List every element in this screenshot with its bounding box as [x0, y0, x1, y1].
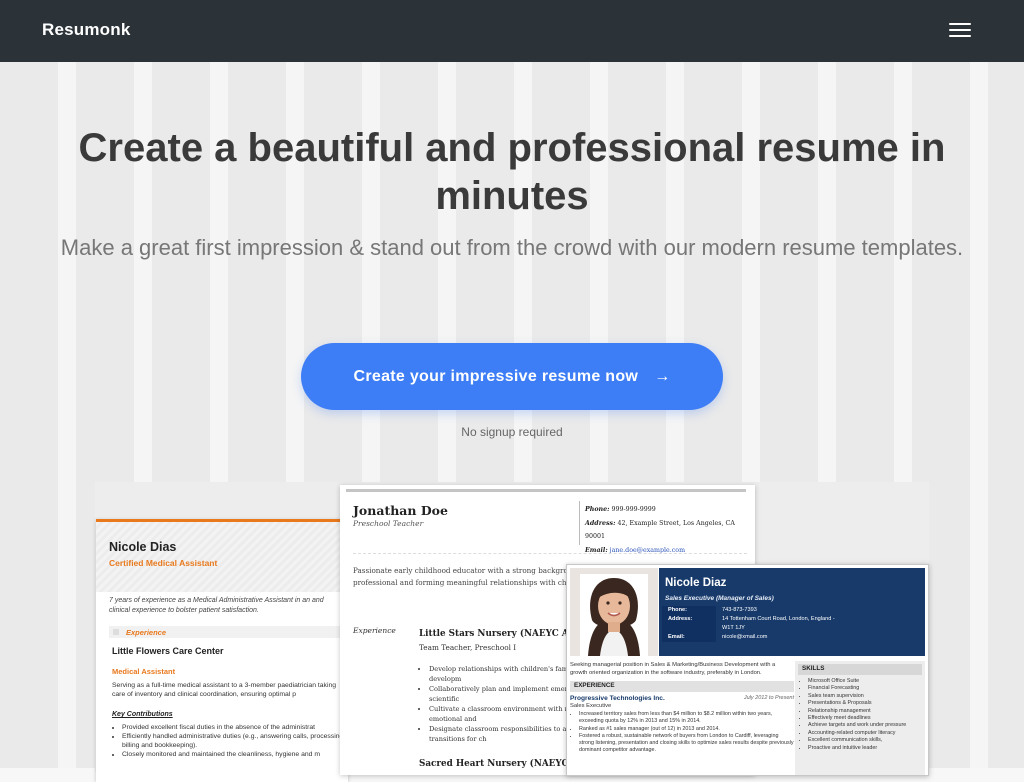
section-heading: Experience: [109, 626, 344, 638]
job-role: Medical Assistant: [112, 667, 176, 676]
resume-preview-orange: Nicole Dias Certified Medical Assistant …: [96, 519, 348, 782]
list-item: Provided excellent fiscal duties in the …: [122, 723, 348, 732]
resume-title: Sales Executive (Manager of Sales): [665, 595, 774, 602]
list-item: Excellent communication skills,: [808, 737, 925, 744]
resume-title: Preschool Teacher: [353, 519, 424, 528]
no-signup-note: No signup required: [461, 425, 563, 439]
list-item: Increased territory sales from less than…: [579, 711, 794, 726]
company-row: Progressive Technologies Inc. July 2012 …: [570, 695, 794, 702]
section-heading: Experience: [353, 626, 396, 635]
company-name: Progressive Technologies Inc.: [570, 695, 665, 702]
list-item: Ranked as #1 sales manager (out of 12) i…: [579, 726, 794, 733]
create-resume-button[interactable]: Create your impressive resume now →: [301, 343, 723, 410]
skills-list: Microsoft Office Suite Financial Forecas…: [795, 678, 925, 752]
profile-photo: [570, 568, 658, 656]
job-dates: July 2012 to Present: [743, 695, 794, 701]
section-heading: SKILLS: [798, 664, 922, 675]
resume-main-column: Seeking managerial position in Sales & M…: [570, 661, 794, 755]
divider: [353, 553, 747, 554]
company-name: Little Flowers Care Center: [112, 646, 224, 656]
list-item: Fostered a robust, sustainable network o…: [579, 733, 794, 755]
address-label: Address:: [585, 519, 616, 527]
job-description: Serving as a full-time medical assistant…: [112, 682, 337, 698]
resume-preview-navy: Nicole Diaz Sales Executive (Manager of …: [566, 564, 929, 776]
brand-logo[interactable]: Resumonk: [42, 20, 131, 40]
list-item: Effectively meet deadlines: [808, 715, 925, 722]
hamburger-icon[interactable]: [946, 20, 974, 42]
list-item: Proactive and intuitive leader: [808, 745, 925, 752]
contact-block: Phone: 999-999-9999 Address: 42, Example…: [585, 503, 755, 557]
resume-header: [96, 522, 348, 592]
top-navbar: Resumonk: [0, 0, 1024, 62]
list-item: Efficiently handled administrative dutie…: [122, 732, 348, 750]
email-label: Email:: [662, 633, 716, 642]
resume-title: Certified Medical Assistant: [109, 558, 218, 568]
list-item: Accounting-related computer literacy: [808, 730, 925, 737]
resume-name: Jonathan Doe: [353, 503, 448, 518]
cta-label: Create your impressive resume now: [353, 367, 639, 385]
briefcase-icon: [113, 629, 119, 635]
avatar-portrait: [570, 568, 658, 656]
resume-summary: 7 years of experience as a Medical Admin…: [109, 597, 324, 614]
resume-header: Nicole Diaz Sales Executive (Manager of …: [659, 568, 925, 656]
address-value: 14 Tottenham Court Road, London, England…: [722, 616, 835, 631]
hero-subtitle: Make a great first impression & stand ou…: [60, 235, 964, 260]
contribution-list: Provided excellent fiscal duties in the …: [112, 723, 348, 759]
section-heading: EXPERIENCE: [570, 681, 794, 692]
section-heading-label: Experience: [126, 628, 167, 637]
phone-value: 999-999-9999: [611, 506, 656, 513]
divider: [346, 489, 746, 492]
list-item: Relationship management: [808, 708, 925, 715]
arrow-right-icon: →: [654, 367, 671, 385]
list-item: Presentations & Proposals: [808, 700, 925, 707]
phone-label: Phone:: [585, 506, 610, 513]
job-role: Team Teacher, Preschool I: [419, 643, 517, 652]
hero-title: Create a beautiful and professional resu…: [78, 126, 946, 218]
company-name: Little Stars Nursery (NAEYC Acc: [419, 629, 580, 639]
achievement-list: Increased territory sales from less than…: [570, 711, 794, 755]
address-label: Address:: [662, 615, 716, 633]
list-item: Microsoft Office Suite: [808, 678, 925, 685]
list-item: Closely monitored and maintained the cle…: [122, 750, 348, 759]
resume-name: Nicole Dias: [109, 540, 177, 554]
email-value: nicole@xmail.com: [722, 634, 768, 640]
resume-side-column: SKILLS Microsoft Office Suite Financial …: [795, 661, 925, 775]
list-item: Sales team supervision: [808, 693, 925, 700]
contact-block: Phone: 743-873-7393 Address: 14 Tottenham …: [662, 606, 914, 642]
contributions-heading: Key Contributions: [112, 711, 173, 718]
phone-label: Phone:: [662, 606, 716, 615]
job-role: Sales Executive: [570, 703, 612, 709]
list-item: Financial Forecasting: [808, 685, 925, 692]
list-item: Achieve targets and work under pressure: [808, 722, 925, 729]
divider: [579, 501, 580, 545]
resume-summary: Seeking managerial position in Sales & M…: [570, 662, 776, 676]
resume-name: Nicole Diaz: [665, 577, 727, 589]
phone-value: 743-873-7393: [722, 607, 757, 613]
